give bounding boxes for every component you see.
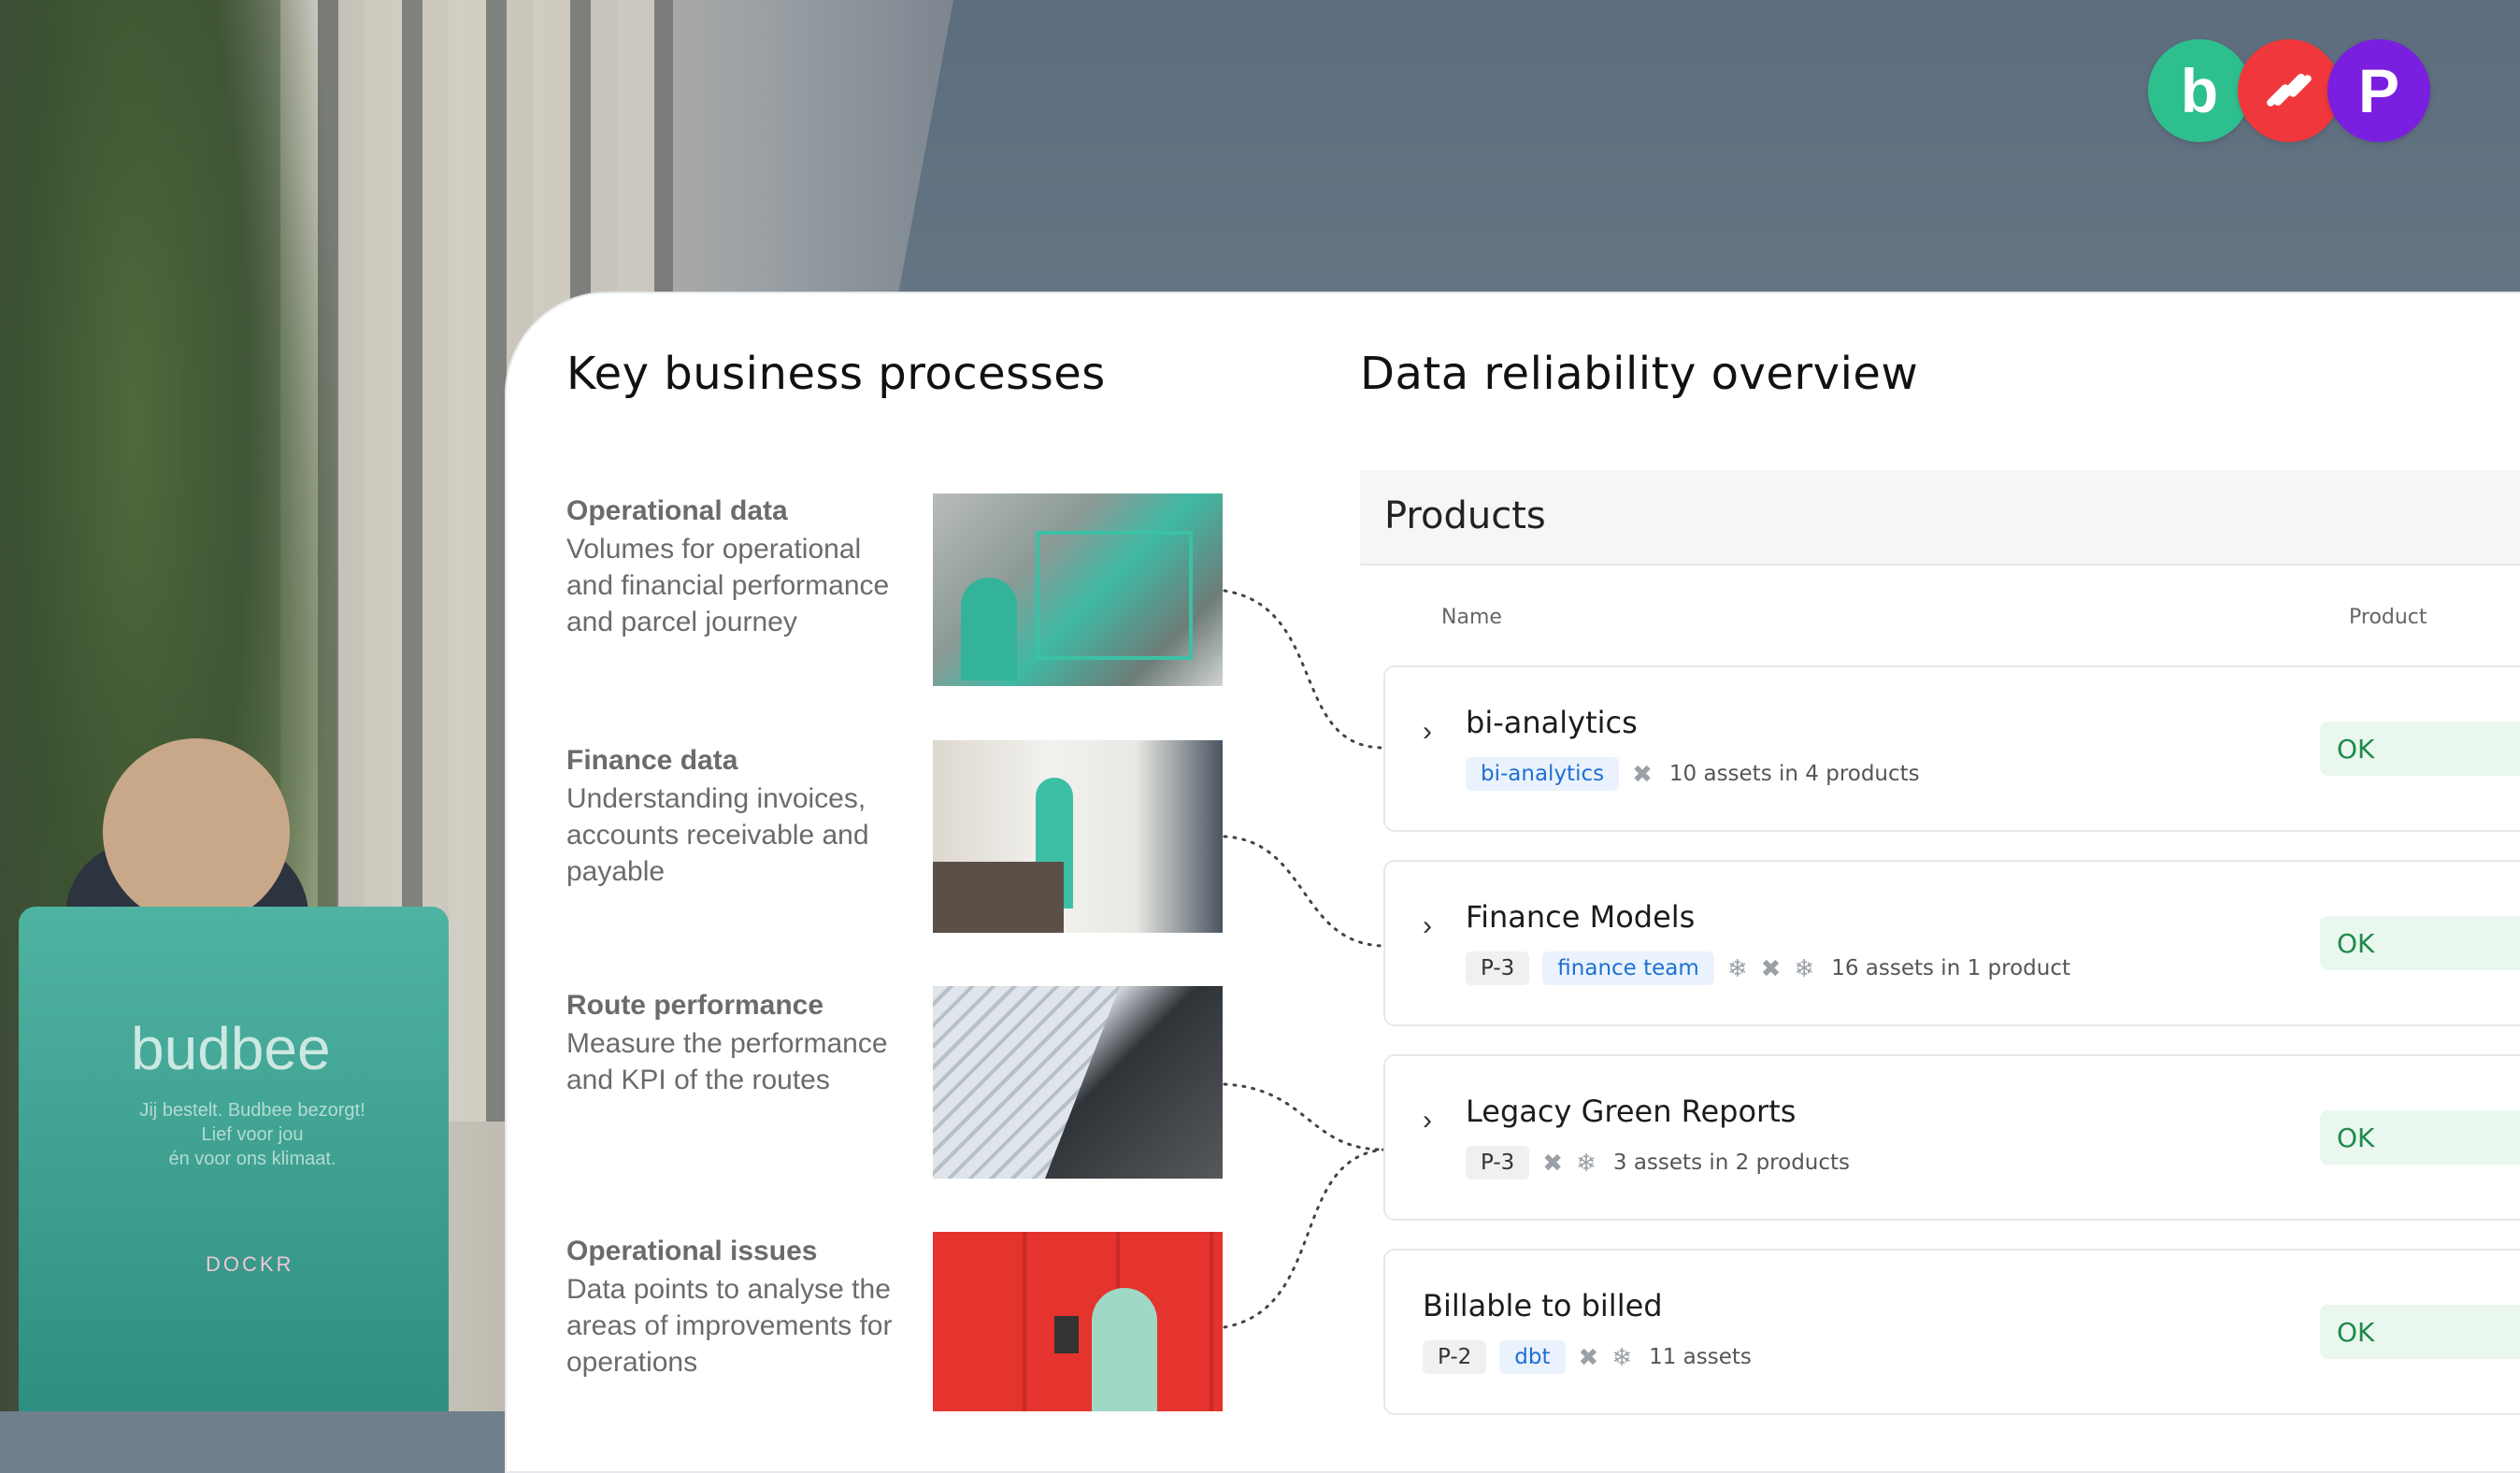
chevron-right-icon[interactable]: › (1423, 1105, 1432, 1137)
status-text: OK (2337, 1317, 2375, 1348)
tag[interactable]: P-2 (1423, 1340, 1487, 1374)
connector-line (1223, 589, 1385, 750)
product-name: Legacy Green Reports (1466, 1094, 1797, 1129)
products-title: Products (1384, 494, 1546, 537)
status-text: OK (2337, 734, 2375, 765)
status-badge: OK (2320, 722, 2520, 776)
product-tags: P-2 dbt ✖ ❄ 11 assets (1423, 1340, 1752, 1374)
snowflake-icon: ❄ (1726, 954, 1748, 982)
tag[interactable]: dbt (1499, 1340, 1566, 1374)
product-row[interactable]: › bi-analytics bi-analytics ✖ 10 assets … (1383, 665, 2520, 832)
assets-count: 3 assets in 2 products (1612, 1151, 1851, 1175)
tag[interactable]: bi-analytics (1466, 757, 1620, 791)
product-tags: P-3 finance team ❄ ✖ ❄ 16 assets in 1 pr… (1466, 951, 2070, 985)
status-text: OK (2337, 1123, 2375, 1153)
assets-count: 11 assets (1649, 1345, 1752, 1369)
product-row[interactable]: Billable to billed P-2 dbt ✖ ❄ 11 assets… (1383, 1249, 2520, 1415)
connector-line (1223, 1148, 1385, 1329)
product-name: Finance Models (1466, 899, 1696, 935)
status-text: OK (2337, 928, 2375, 959)
product-tags: P-3 ✖ ❄ 3 assets in 2 products (1466, 1146, 1850, 1180)
snowflake-icon: ❄ (1576, 1149, 1596, 1177)
chevron-right-icon[interactable]: › (1423, 716, 1432, 748)
product-row[interactable]: › Legacy Green Reports P-3 ✖ ❄ 3 assets … (1383, 1054, 2520, 1221)
assets-count: 16 assets in 1 product (1831, 956, 2070, 980)
snowflake-icon: ❄ (1611, 1343, 1633, 1371)
snowflake-icon: ❄ (1794, 954, 1815, 982)
chevron-right-icon[interactable]: › (1423, 910, 1432, 942)
status-badge: OK (2320, 1110, 2520, 1165)
assets-count: 10 assets in 4 products (1668, 762, 1920, 786)
status-badge: OK (2320, 1305, 2520, 1359)
connector-line (1223, 835, 1385, 948)
status-badge: OK (2320, 916, 2520, 970)
dbt-icon: ✖ (1760, 954, 1782, 982)
connector-line (1223, 1082, 1385, 1151)
tag[interactable]: P-3 (1466, 951, 1530, 985)
dbt-icon: ✖ (1578, 1343, 1599, 1371)
column-header-name[interactable]: Name (1441, 606, 1502, 629)
product-row[interactable]: › Finance Models P-3 finance team ❄ ✖ ❄ … (1383, 860, 2520, 1026)
product-tags: bi-analytics ✖ 10 assets in 4 products (1466, 757, 1920, 791)
product-name: bi-analytics (1466, 705, 1638, 740)
products-header: Products (1360, 470, 2520, 565)
product-name: Billable to billed (1423, 1288, 1663, 1323)
dbt-icon: ✖ (1542, 1149, 1564, 1177)
tag[interactable]: finance team (1542, 951, 1714, 985)
dbt-icon: ✖ (1632, 760, 1653, 788)
tag[interactable]: P-3 (1466, 1146, 1530, 1180)
column-header-product[interactable]: Product (2349, 606, 2427, 629)
